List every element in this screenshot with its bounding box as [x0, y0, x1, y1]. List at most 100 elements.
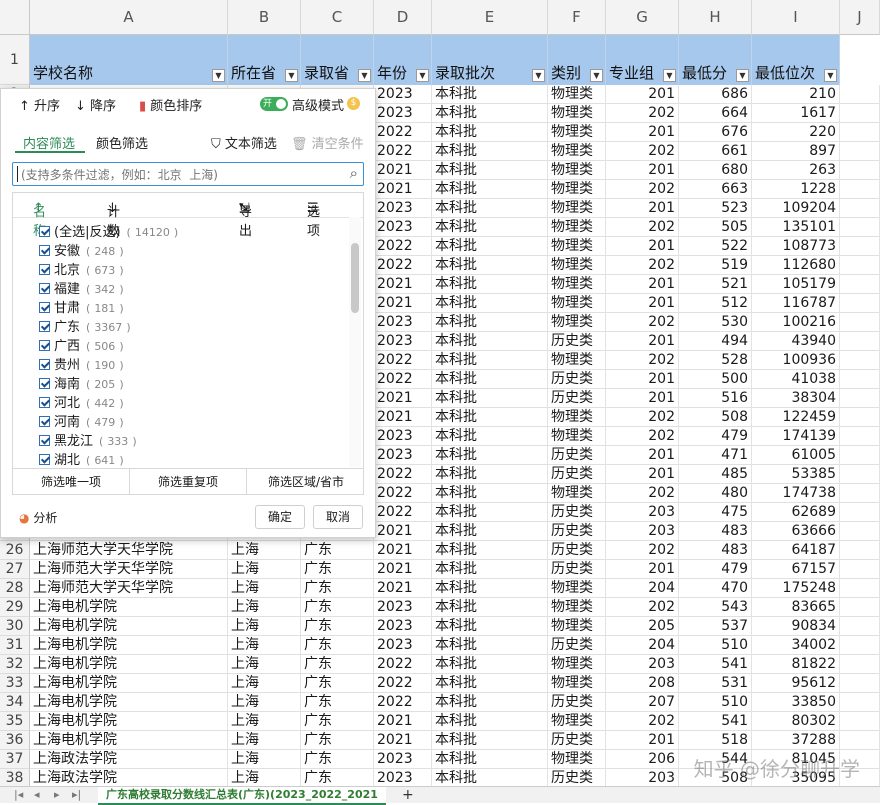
cell-batch[interactable]: 本科批: [432, 731, 548, 750]
filter-dropdown-icon[interactable]: ▼: [532, 69, 545, 82]
filter-duplicate-button[interactable]: 筛选重复项: [130, 469, 247, 495]
cell-type[interactable]: 物理类: [548, 275, 606, 294]
cell-year[interactable]: 2022: [374, 351, 432, 370]
filter-search-input[interactable]: [19, 165, 343, 185]
cell-lp[interactable]: 广东: [301, 636, 374, 655]
cell-rank[interactable]: 80302: [752, 712, 840, 731]
search-icon[interactable]: ⌕: [350, 164, 358, 182]
cell-rank[interactable]: 175248: [752, 579, 840, 598]
cell-type[interactable]: 物理类: [548, 750, 606, 769]
cell-year[interactable]: 2021: [374, 180, 432, 199]
cell-year[interactable]: 2022: [374, 655, 432, 674]
header-cell[interactable]: 最低分 ▼: [679, 35, 752, 85]
header-cell[interactable]: 最低位次 ▼: [752, 35, 840, 85]
cell-group[interactable]: 202: [606, 712, 679, 731]
cell-score[interactable]: 479: [679, 560, 752, 579]
filter-region-button[interactable]: 筛选区域/省市: [247, 469, 365, 495]
cell-school[interactable]: 上海电机学院: [30, 674, 228, 693]
cell-lp[interactable]: 广东: [301, 769, 374, 786]
cell-lp[interactable]: 广东: [301, 693, 374, 712]
cell-batch[interactable]: 本科批: [432, 180, 548, 199]
cell-batch[interactable]: 本科批: [432, 541, 548, 560]
checkbox-checked-icon[interactable]: [39, 397, 50, 408]
cell-group[interactable]: 201: [606, 199, 679, 218]
cell-year[interactable]: 2021: [374, 579, 432, 598]
cell-score[interactable]: 483: [679, 522, 752, 541]
column-header-a[interactable]: A: [30, 0, 228, 35]
cell-j[interactable]: [840, 655, 880, 674]
tab-content-filter[interactable]: 内容筛选: [23, 133, 75, 152]
cell-lp[interactable]: 广东: [301, 655, 374, 674]
cell-batch[interactable]: 本科批: [432, 655, 548, 674]
cell-rank[interactable]: 105179: [752, 275, 840, 294]
list-scrollbar-thumb[interactable]: [351, 243, 359, 313]
cell-j[interactable]: [840, 693, 880, 712]
cell-batch[interactable]: 本科批: [432, 104, 548, 123]
cell-type[interactable]: 物理类: [548, 313, 606, 332]
filter-list-item[interactable]: (全选|反选) (14120): [39, 221, 178, 240]
checkbox-checked-icon[interactable]: [39, 226, 50, 237]
cell-score[interactable]: 510: [679, 636, 752, 655]
cell-group[interactable]: 207: [606, 693, 679, 712]
cell-j[interactable]: [840, 313, 880, 332]
cell-type[interactable]: 物理类: [548, 427, 606, 446]
cell-j[interactable]: [840, 484, 880, 503]
cell-batch[interactable]: 本科批: [432, 256, 548, 275]
cell-group[interactable]: 202: [606, 142, 679, 161]
checkbox-checked-icon[interactable]: [39, 340, 50, 351]
cell-j[interactable]: [840, 579, 880, 598]
cell-year[interactable]: 2023: [374, 598, 432, 617]
cell-score[interactable]: 531: [679, 674, 752, 693]
cell-score[interactable]: 680: [679, 161, 752, 180]
cell-batch[interactable]: 本科批: [432, 275, 548, 294]
header-cell[interactable]: 年份 ▼: [374, 35, 432, 85]
cell-prov[interactable]: 上海: [228, 617, 301, 636]
cell-prov[interactable]: 上海: [228, 636, 301, 655]
cell-group[interactable]: 203: [606, 522, 679, 541]
cell-batch[interactable]: 本科批: [432, 351, 548, 370]
cell-group[interactable]: 202: [606, 218, 679, 237]
cell-group[interactable]: 201: [606, 446, 679, 465]
cell-batch[interactable]: 本科批: [432, 218, 548, 237]
cell-group[interactable]: 201: [606, 370, 679, 389]
cell-type[interactable]: 历史类: [548, 731, 606, 750]
column-header-b[interactable]: B: [228, 0, 301, 35]
list-scrollbar[interactable]: [349, 217, 361, 467]
analysis-button[interactable]: ◕ 分析: [19, 509, 57, 526]
column-header-f[interactable]: F: [548, 0, 606, 35]
cell-type[interactable]: 物理类: [548, 199, 606, 218]
cell-school[interactable]: 上海电机学院: [30, 655, 228, 674]
row-header[interactable]: 29: [0, 598, 30, 617]
cell-rank[interactable]: 63666: [752, 522, 840, 541]
cell-rank[interactable]: 81822: [752, 655, 840, 674]
cell-prov[interactable]: 上海: [228, 560, 301, 579]
cell-rank[interactable]: 37288: [752, 731, 840, 750]
cell-group[interactable]: 201: [606, 389, 679, 408]
cell-prov[interactable]: 上海: [228, 579, 301, 598]
cell-rank[interactable]: 1617: [752, 104, 840, 123]
cell-lp[interactable]: 广东: [301, 579, 374, 598]
cell-batch[interactable]: 本科批: [432, 427, 548, 446]
filter-list-item[interactable]: 黑龙江 (333): [39, 430, 137, 449]
cell-year[interactable]: 2023: [374, 332, 432, 351]
color-sort-button[interactable]: ▮ 颜色排序: [139, 95, 202, 114]
filter-list-item[interactable]: 福建 (342): [39, 278, 124, 297]
cell-score[interactable]: 480: [679, 484, 752, 503]
cell-rank[interactable]: 61005: [752, 446, 840, 465]
cell-j[interactable]: [840, 256, 880, 275]
cell-group[interactable]: 202: [606, 408, 679, 427]
cell-batch[interactable]: 本科批: [432, 636, 548, 655]
cell-rank[interactable]: 38304: [752, 389, 840, 408]
cell-rank[interactable]: 109204: [752, 199, 840, 218]
cell-lp[interactable]: 广东: [301, 560, 374, 579]
cell-rank[interactable]: 83665: [752, 598, 840, 617]
advanced-mode-toggle[interactable]: 开: [260, 97, 288, 111]
cell-batch[interactable]: 本科批: [432, 465, 548, 484]
cell-j[interactable]: [840, 522, 880, 541]
cell-type[interactable]: 物理类: [548, 294, 606, 313]
cell-score[interactable]: 483: [679, 541, 752, 560]
cell-group[interactable]: 202: [606, 180, 679, 199]
cell-prov[interactable]: 上海: [228, 655, 301, 674]
cell-rank[interactable]: 67157: [752, 560, 840, 579]
cell-year[interactable]: 2022: [374, 503, 432, 522]
